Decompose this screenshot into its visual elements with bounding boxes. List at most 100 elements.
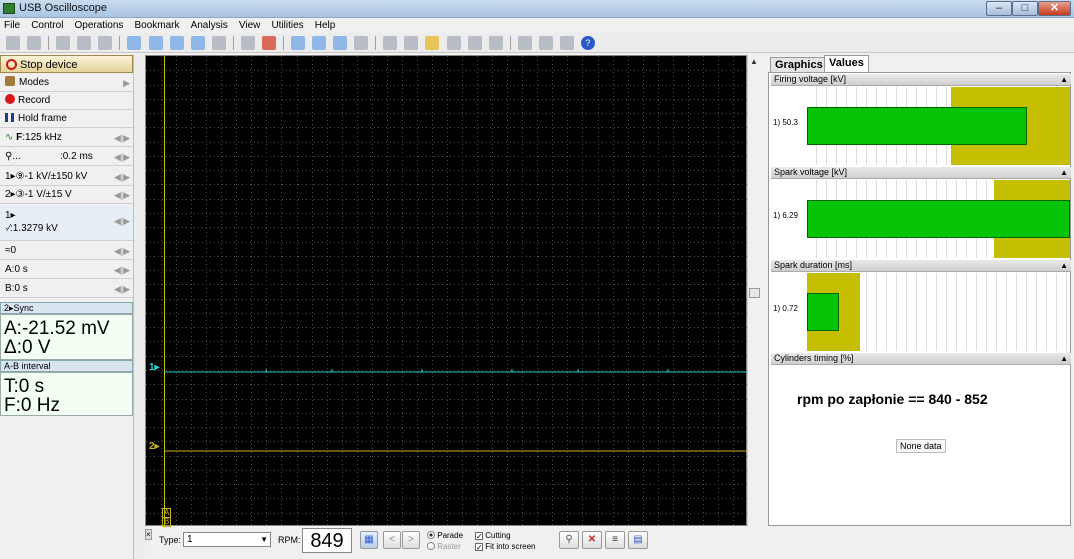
collapse-icon[interactable]: ▲ bbox=[1060, 167, 1068, 178]
print-icon[interactable] bbox=[98, 36, 113, 50]
cursor-b-control[interactable]: B:0 s ◀|▶ bbox=[0, 280, 133, 298]
search-button[interactable]: ⚲ bbox=[559, 531, 579, 549]
delete-button[interactable]: ✕ bbox=[582, 531, 602, 549]
cursor-a-control[interactable]: A:0 s ◀|▶ bbox=[0, 261, 133, 279]
type-select[interactable]: 1 ▼ bbox=[183, 532, 271, 547]
tab-values[interactable]: Values bbox=[824, 55, 869, 73]
collapse-icon[interactable]: ▲ bbox=[1060, 260, 1068, 271]
raster-radio[interactable] bbox=[427, 542, 435, 550]
timebase-value: :0.2 ms bbox=[60, 151, 93, 162]
firing-voltage-header[interactable]: Firing voltage [kV] ▲ bbox=[771, 74, 1071, 86]
cylinders-timing-header[interactable]: Cylinders timing [%] ▲ bbox=[771, 353, 1071, 365]
next-button[interactable]: > bbox=[402, 531, 420, 549]
save-icon[interactable] bbox=[27, 36, 42, 50]
channel-icon[interactable] bbox=[148, 36, 163, 50]
waveform-icon[interactable] bbox=[169, 36, 184, 50]
stop-device-label: Stop device bbox=[20, 59, 78, 71]
panel-close-icon[interactable]: × bbox=[145, 529, 152, 540]
modes-menu[interactable]: Modes ▶ bbox=[0, 74, 133, 92]
raster-option[interactable]: Raster bbox=[427, 542, 461, 551]
minimize-button[interactable]: – bbox=[986, 1, 1012, 16]
close-doc-icon[interactable] bbox=[559, 36, 574, 50]
scope-display[interactable]: 1▸ 2▸ A B bbox=[145, 55, 748, 527]
settings-icon[interactable] bbox=[488, 36, 503, 50]
toolbar-separator bbox=[232, 36, 234, 50]
trigger-control[interactable]: 1▸ ·⁄:1.3279 kV ◀|▶ bbox=[0, 206, 133, 241]
auto-rpm-button[interactable]: ▦ bbox=[360, 531, 378, 549]
adjust-arrows-icon[interactable]: ◀|▶ bbox=[114, 242, 130, 260]
check-icon[interactable] bbox=[291, 36, 305, 50]
chart-button[interactable]: ▤ bbox=[628, 531, 648, 549]
spark-duration-row: 1) 0.72 bbox=[771, 273, 1071, 351]
maximize-button[interactable]: □ bbox=[1012, 1, 1038, 16]
adjust-arrows-icon[interactable]: ◀|▶ bbox=[114, 215, 130, 228]
fit-checkbox[interactable]: ✓ bbox=[475, 543, 483, 552]
close-button[interactable]: ✕ bbox=[1038, 1, 1071, 16]
channel-2-control[interactable]: 2▸③-1 V/±15 V ◀|▶ bbox=[0, 186, 133, 204]
hold-frame-button[interactable]: Hold frame bbox=[0, 110, 133, 128]
adjust-arrows-icon[interactable]: ◀|▶ bbox=[114, 129, 130, 147]
palette-icon[interactable] bbox=[425, 36, 440, 50]
offset-control[interactable]: ≈0 ◀|▶ bbox=[0, 242, 133, 260]
menu-bookmark[interactable]: Bookmark bbox=[130, 18, 183, 33]
parade-radio[interactable] bbox=[427, 531, 435, 539]
help-icon[interactable]: ? bbox=[580, 36, 595, 50]
menu-control[interactable]: Control bbox=[27, 18, 67, 33]
copy-icon[interactable] bbox=[56, 36, 71, 50]
table-icon[interactable] bbox=[538, 36, 553, 50]
zoom-icon[interactable] bbox=[517, 36, 532, 50]
chevron-down-icon: ▼ bbox=[260, 535, 268, 544]
open-icon[interactable] bbox=[6, 36, 20, 50]
document-icon[interactable] bbox=[354, 36, 369, 50]
adjust-arrows-icon[interactable]: ◀|▶ bbox=[114, 186, 130, 204]
cutting-option[interactable]: ✓ Cutting bbox=[475, 531, 511, 541]
import-icon[interactable] bbox=[467, 36, 482, 50]
spark-duration-header[interactable]: Spark duration [ms] ▲ bbox=[771, 260, 1071, 272]
tab-graphics[interactable]: Graphics bbox=[770, 57, 828, 73]
collapse-icon[interactable]: ▲ bbox=[1060, 74, 1068, 85]
adjust-arrows-icon[interactable]: ◀|▶ bbox=[114, 168, 130, 186]
check-plus-icon[interactable] bbox=[333, 36, 348, 50]
layout-icon[interactable] bbox=[404, 36, 419, 50]
timebase-control[interactable]: ⚲... :0.2 ms ◀|▶ bbox=[0, 148, 133, 166]
menu-view[interactable]: View bbox=[235, 18, 265, 33]
grid-icon[interactable] bbox=[383, 36, 398, 50]
filter-button[interactable]: ≡ bbox=[605, 531, 625, 549]
waveform-alt-icon[interactable] bbox=[190, 36, 205, 50]
trigger-icon[interactable] bbox=[127, 36, 142, 50]
adjust-arrows-icon[interactable]: ◀|▶ bbox=[114, 280, 130, 298]
adjust-arrows-icon[interactable]: ◀|▶ bbox=[114, 261, 130, 279]
prev-button[interactable]: < bbox=[383, 531, 401, 549]
check-all-icon[interactable] bbox=[312, 36, 327, 50]
parade-option[interactable]: Parade bbox=[427, 531, 463, 540]
menu-analysis[interactable]: Analysis bbox=[187, 18, 232, 33]
spark-voltage-header[interactable]: Spark voltage [kV] ▲ bbox=[771, 167, 1071, 179]
menu-help[interactable]: Help bbox=[311, 18, 340, 33]
channel-2-label: 2▸③-1 V/±15 V bbox=[5, 189, 72, 200]
export-icon[interactable] bbox=[446, 36, 461, 50]
remove-icon[interactable] bbox=[261, 36, 276, 50]
window-title: USB Oscilloscope bbox=[19, 2, 108, 14]
paste-icon[interactable] bbox=[77, 36, 92, 50]
scroll-up-icon[interactable]: ▲ bbox=[750, 57, 758, 66]
sample-rate-control[interactable]: ∿ F:125 kHz ◀|▶ bbox=[0, 129, 133, 147]
vertical-ruler[interactable] bbox=[133, 55, 145, 559]
measure-icon[interactable] bbox=[240, 36, 255, 50]
scope-scrollbar[interactable]: ▲ bbox=[747, 55, 761, 526]
undo-icon[interactable] bbox=[211, 36, 226, 50]
menu-file[interactable]: File bbox=[0, 18, 24, 33]
scroll-thumb[interactable] bbox=[749, 288, 760, 298]
collapse-icon[interactable]: ▲ bbox=[1060, 353, 1068, 364]
fit-label: Fit into screen bbox=[485, 542, 536, 551]
channel-1-control[interactable]: 1▸⑨-1 kV/±150 kV ◀|▶ bbox=[0, 168, 133, 186]
cutting-checkbox[interactable]: ✓ bbox=[475, 532, 483, 541]
channel-2-marker: 2▸ bbox=[149, 441, 160, 452]
rpm-note: rpm po zapłonie == 840 - 852 bbox=[797, 391, 988, 407]
menu-operations[interactable]: Operations bbox=[71, 18, 128, 33]
menu-utilities[interactable]: Utilities bbox=[267, 18, 307, 33]
fit-option[interactable]: ✓ Fit into screen bbox=[475, 542, 536, 552]
adjust-arrows-icon[interactable]: ◀|▶ bbox=[114, 148, 130, 166]
stop-device-button[interactable]: Stop device bbox=[0, 55, 133, 73]
record-button[interactable]: Record bbox=[0, 92, 133, 110]
cursor-b-marker[interactable]: B bbox=[162, 517, 172, 527]
